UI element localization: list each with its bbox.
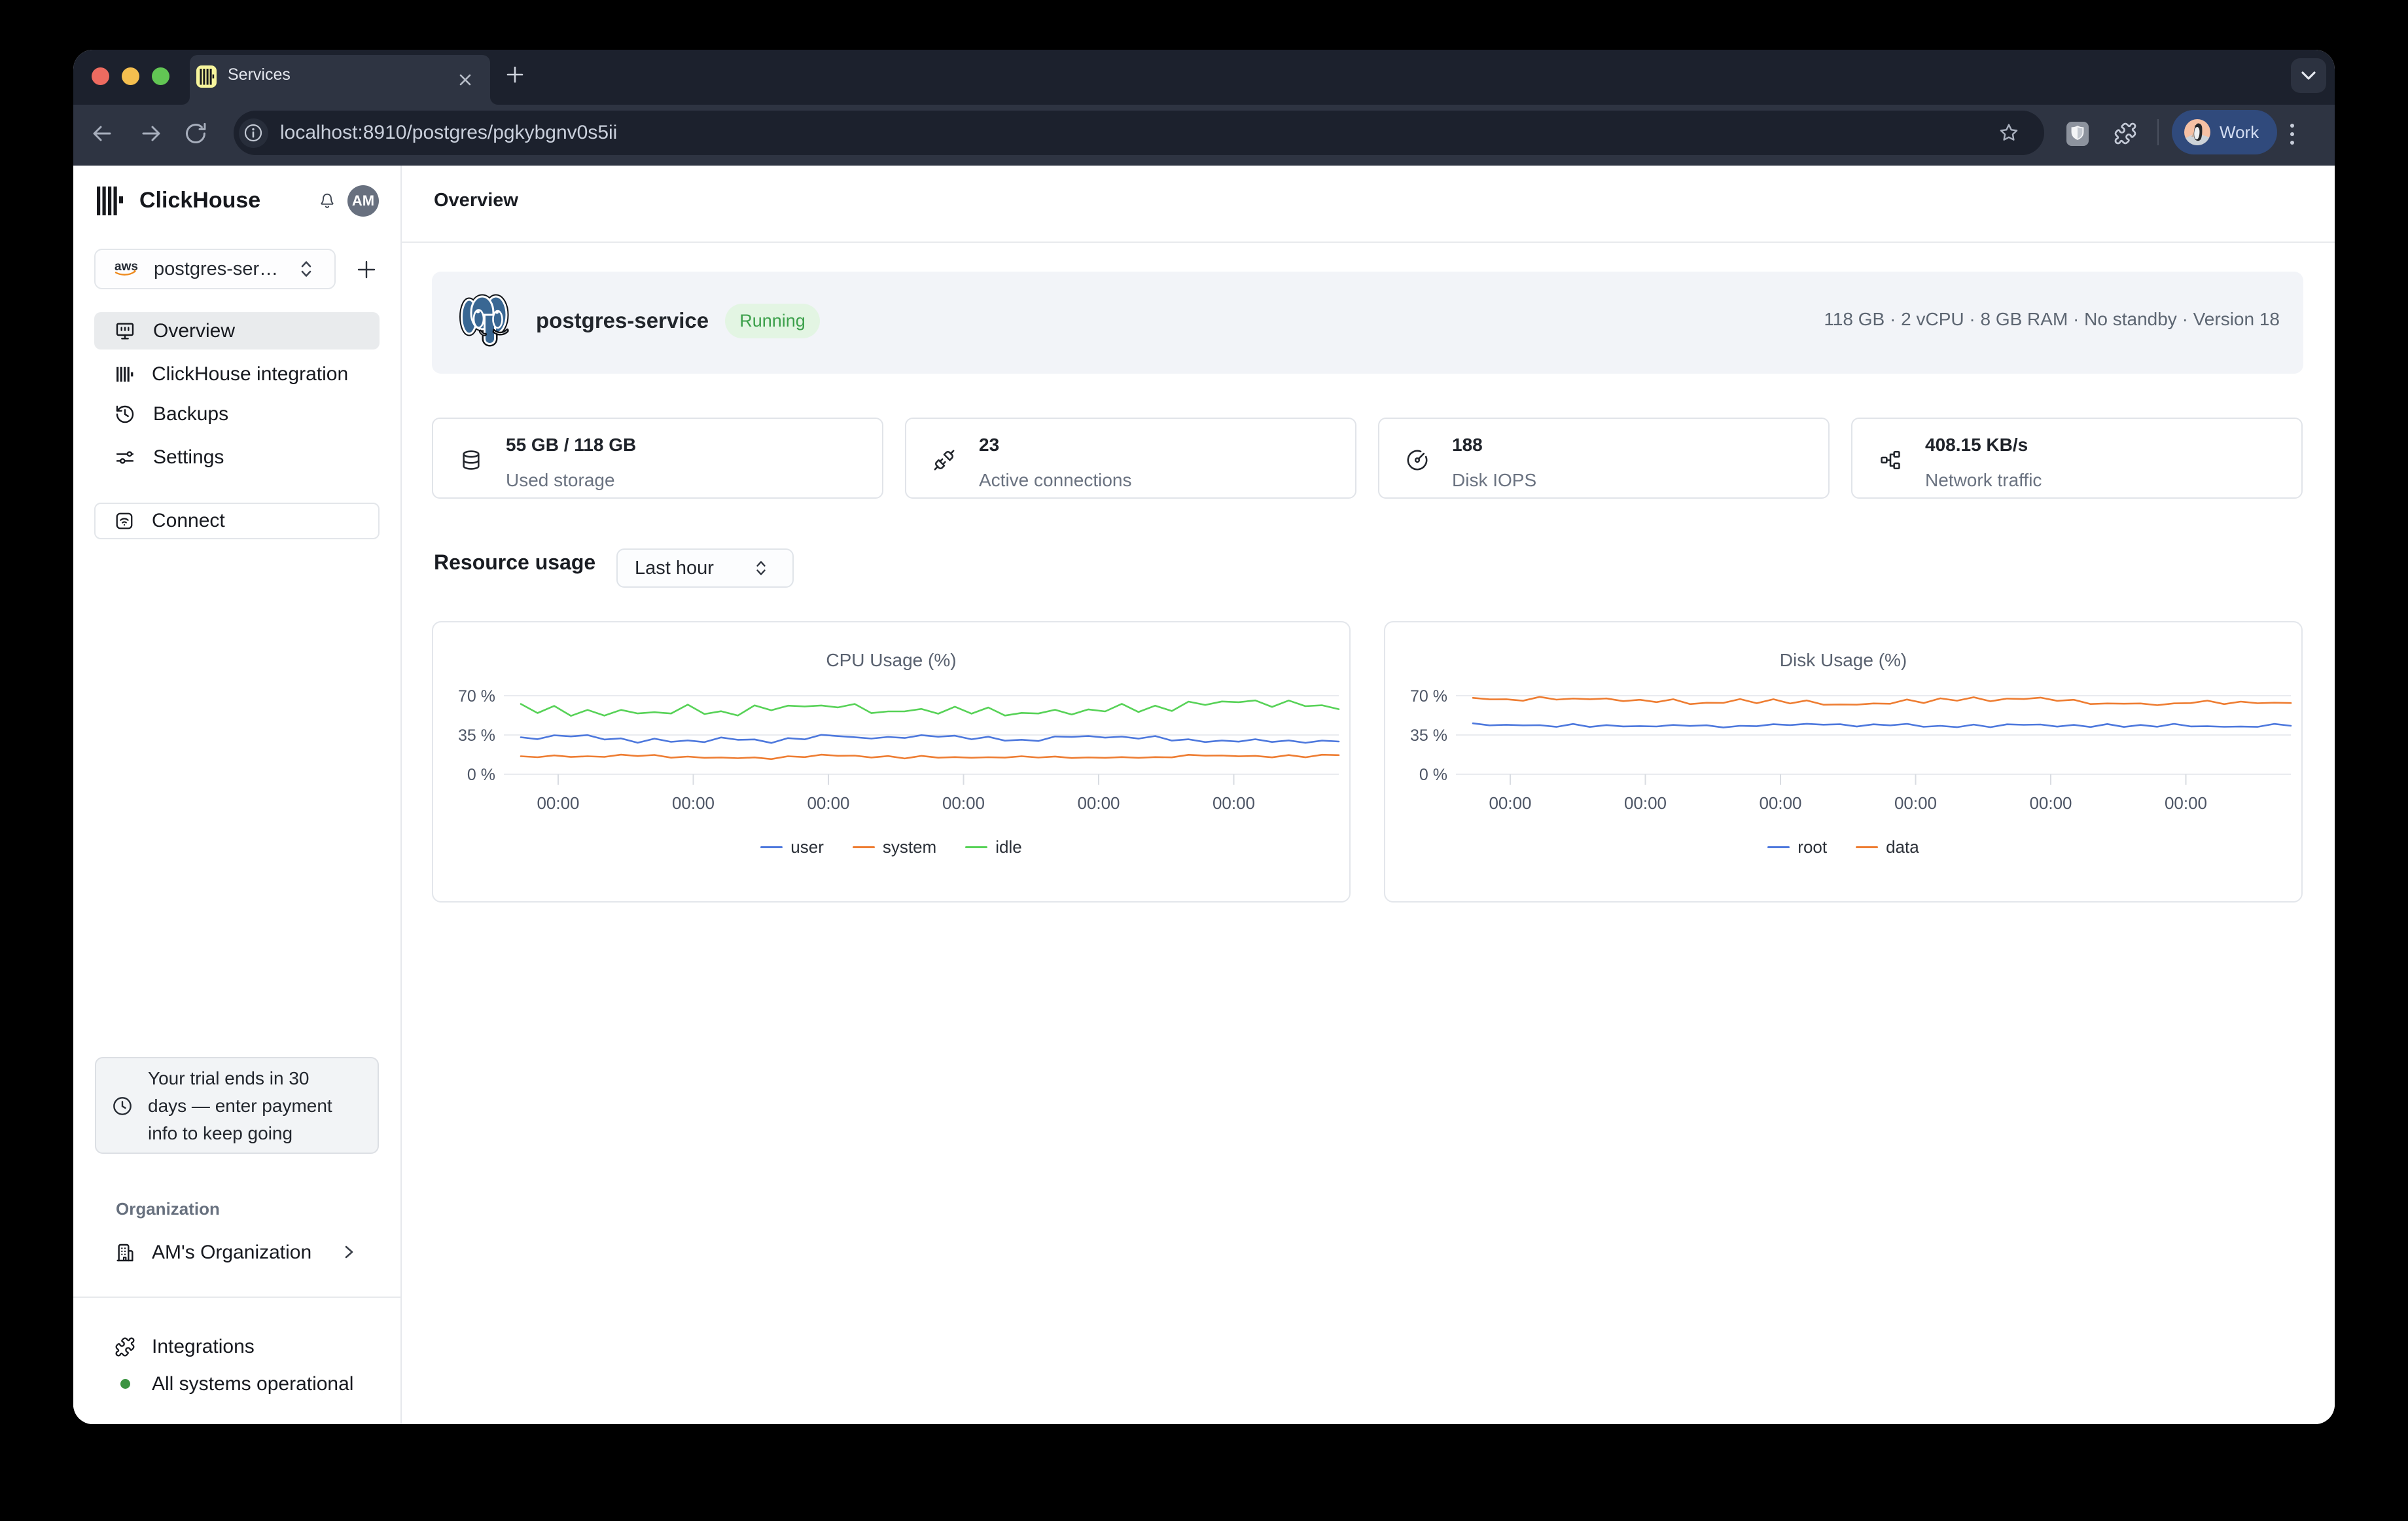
svg-text:00:00: 00:00 [1624,793,1667,813]
svg-text:00:00: 00:00 [2165,793,2207,813]
svg-text:35 %: 35 % [458,726,495,745]
svg-text:00:00: 00:00 [942,793,985,813]
svg-text:00:00: 00:00 [1894,793,1937,813]
svg-text:00:00: 00:00 [1489,793,1531,813]
svg-text:00:00: 00:00 [2029,793,2072,813]
svg-text:0 %: 0 % [1419,766,1447,784]
svg-text:70 %: 70 % [458,687,495,706]
svg-text:70 %: 70 % [1410,687,1447,706]
svg-text:00:00: 00:00 [1213,793,1255,813]
svg-text:00:00: 00:00 [1759,793,1801,813]
svg-text:00:00: 00:00 [1077,793,1120,813]
svg-text:00:00: 00:00 [672,793,715,813]
svg-text:00:00: 00:00 [537,793,579,813]
svg-text:0 %: 0 % [467,766,495,784]
svg-text:35 %: 35 % [1410,726,1447,745]
svg-text:00:00: 00:00 [807,793,849,813]
